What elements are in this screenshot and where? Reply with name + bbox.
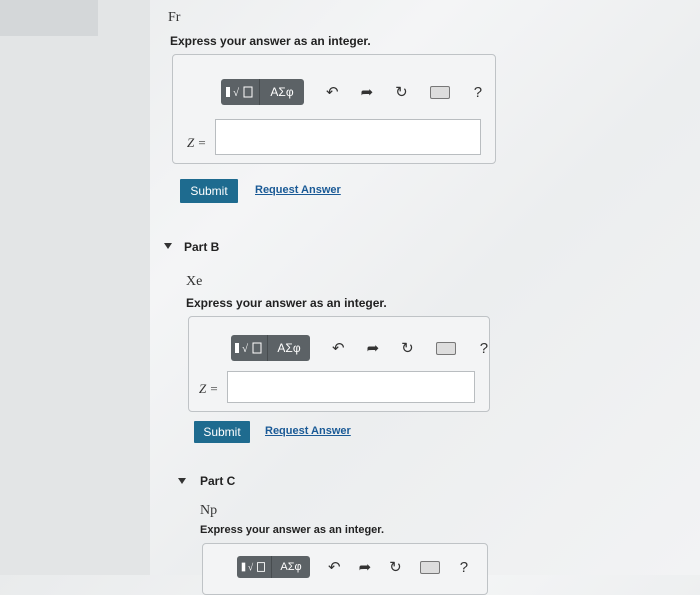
part-a-prompt: Express your answer as an integer. [170, 34, 371, 48]
part-a-answer-input[interactable] [215, 119, 481, 155]
keyboard-icon[interactable] [435, 341, 456, 355]
part-b-collapse-icon[interactable] [164, 243, 172, 249]
part-a-toolbar: √ ΑΣφ ↶ ➦ ↻ ? [221, 79, 482, 105]
problem-content: Fr Express your answer as an integer. √ … [150, 0, 700, 595]
keyboard-icon[interactable] [429, 85, 450, 99]
part-a-answer-box: √ ΑΣφ ↶ ➦ ↻ ? Z = [172, 54, 496, 164]
part-c-title[interactable]: Part C [200, 474, 235, 488]
part-a-submit-button[interactable]: Submit [180, 179, 238, 203]
part-b-submit-button[interactable]: Submit [194, 421, 250, 443]
part-c-collapse-icon[interactable] [178, 478, 186, 484]
reset-icon[interactable]: ↻ [395, 83, 408, 101]
part-b-var-text: Z = [199, 381, 219, 396]
part-a-request-answer-link[interactable]: Request Answer [255, 184, 341, 196]
help-icon[interactable]: ? [480, 340, 488, 357]
part-c-answer-box: √ ΑΣφ ↶ ➦ ↻ ? [202, 543, 488, 595]
part-c-prompt: Express your answer as an integer. [200, 524, 385, 536]
greek-symbols-button[interactable]: ΑΣφ [268, 335, 310, 361]
left-shade [0, 0, 98, 36]
undo-icon[interactable]: ↶ [332, 339, 345, 357]
left-gutter [0, 0, 150, 575]
svg-text:√: √ [233, 87, 240, 99]
redo-icon[interactable]: ➦ [367, 339, 380, 357]
svg-text:√: √ [248, 563, 254, 574]
redo-icon[interactable]: ➦ [361, 83, 374, 101]
templates-icon[interactable]: √ [231, 335, 268, 361]
undo-icon[interactable]: ↶ [328, 558, 341, 576]
part-b-answer-input[interactable] [227, 371, 475, 403]
part-b-prompt: Express your answer as an integer. [186, 296, 387, 310]
part-a-template-group: √ ΑΣφ [221, 79, 304, 105]
svg-text:√: √ [242, 343, 249, 355]
part-b-var-label: Z = [199, 381, 218, 397]
part-b-answer-box: √ ΑΣφ ↶ ➦ ↻ ? Z = [188, 316, 490, 412]
part-a-var-text: Z = [187, 135, 207, 150]
reset-icon[interactable]: ↻ [389, 558, 402, 576]
part-b-title[interactable]: Part B [184, 240, 219, 254]
part-b-template-group: √ ΑΣφ [231, 335, 310, 361]
templates-icon[interactable]: √ [221, 79, 260, 105]
help-icon[interactable]: ? [460, 559, 468, 576]
undo-icon[interactable]: ↶ [326, 83, 339, 101]
part-b-element: Xe [186, 274, 203, 289]
redo-icon[interactable]: ➦ [359, 558, 372, 576]
greek-symbols-button[interactable]: ΑΣφ [260, 79, 304, 105]
help-icon[interactable]: ? [474, 84, 482, 101]
reset-icon[interactable]: ↻ [401, 339, 414, 357]
part-a-element: Fr [168, 10, 181, 25]
keyboard-icon[interactable] [419, 560, 440, 574]
part-c-element: Np [200, 503, 218, 518]
part-b-toolbar: √ ΑΣφ ↶ ➦ ↻ ? [231, 335, 488, 361]
part-a-var-label: Z = [187, 135, 206, 151]
part-b-request-answer-link[interactable]: Request Answer [265, 425, 351, 437]
